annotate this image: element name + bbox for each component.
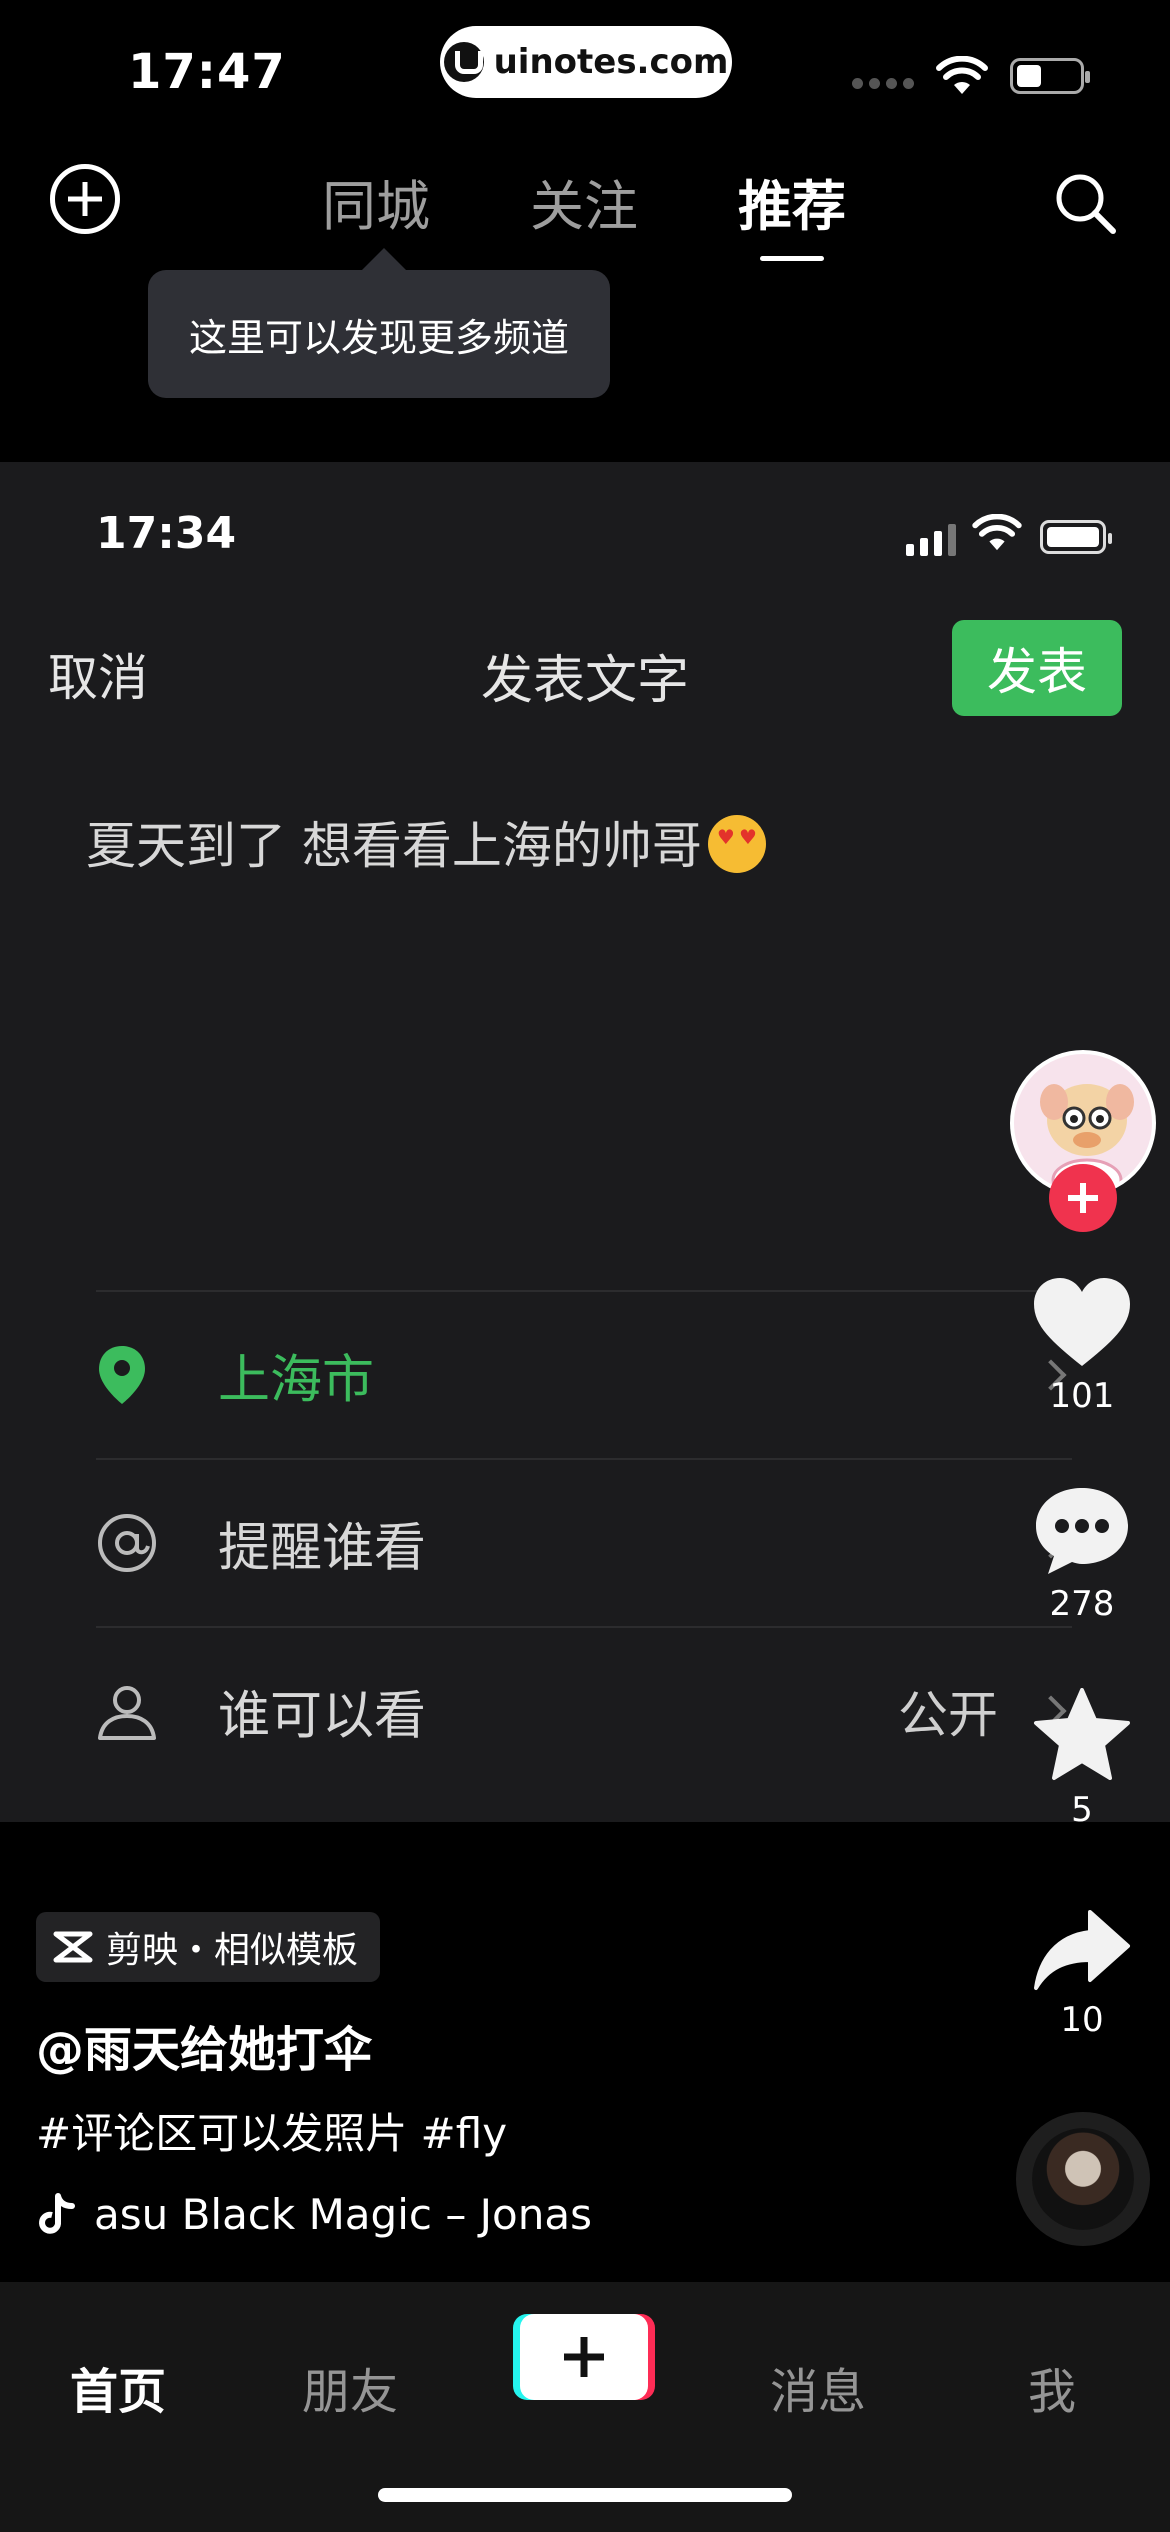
- at-sign-icon: [98, 1514, 156, 1572]
- create-button[interactable]: [520, 2314, 648, 2400]
- tab-home[interactable]: 首页: [70, 2352, 166, 2422]
- share-count: 10: [1060, 2000, 1104, 2040]
- heart-eyes-emoji-icon: [707, 815, 766, 873]
- location-pin-icon: [99, 1346, 145, 1404]
- frame-publish-button: 发表: [952, 620, 1122, 716]
- comment-action[interactable]: 278: [1022, 1484, 1142, 1624]
- follow-plus-button[interactable]: [1049, 1164, 1117, 1232]
- author-name[interactable]: @雨天给她打伞: [36, 2010, 372, 2080]
- mention-label: 提醒谁看: [218, 1518, 427, 1579]
- frame-wifi-icon: [972, 514, 1022, 551]
- tab-me[interactable]: 我: [1028, 2352, 1076, 2422]
- comment-count: 278: [1049, 1584, 1115, 1624]
- location-label: 上海市: [218, 1350, 375, 1411]
- url-watermark: uinotes.com: [440, 26, 732, 98]
- like-action[interactable]: 101: [1022, 1276, 1142, 1416]
- url-text: uinotes.com: [493, 42, 729, 82]
- tab-recommended[interactable]: 推荐: [738, 162, 846, 261]
- status-bar: 17:47 uinotes.com: [0, 0, 1170, 140]
- visibility-label: 谁可以看: [218, 1686, 427, 1747]
- music-ticker[interactable]: asu Black Magic – Jonas: [36, 2186, 636, 2242]
- music-title: asu Black Magic – Jonas: [94, 2189, 592, 2239]
- video-frame[interactable]: 17:34 取消 发表文字 发表 夏天到了 想看看上海的帅哥 上海市 提醒谁看: [0, 462, 1170, 1822]
- favorite-count: 5: [1071, 1790, 1093, 1830]
- battery-icon: [1010, 58, 1090, 94]
- frame-battery-icon: [1040, 520, 1112, 554]
- person-icon: [98, 1686, 156, 1740]
- music-disc[interactable]: [1016, 2112, 1150, 2246]
- frame-row-visibility: 谁可以看 公开: [96, 1626, 1072, 1794]
- home-indicator: [378, 2488, 792, 2502]
- frame-status-time: 17:34: [96, 508, 237, 559]
- favorite-action[interactable]: 5: [1022, 1688, 1142, 1830]
- template-chip-label: 剪映・相似模板: [106, 1930, 359, 1971]
- share-arrow-icon: [1034, 1910, 1130, 1990]
- channel-tooltip: 这里可以发现更多频道: [148, 248, 610, 398]
- capcut-icon: [53, 1931, 93, 1963]
- top-nav: 同城 关注 推荐: [0, 140, 1170, 270]
- star-icon: [1034, 1688, 1130, 1780]
- visibility-value: 公开: [898, 1686, 998, 1744]
- like-count: 101: [1049, 1376, 1115, 1416]
- frame-signal-icon: [906, 524, 956, 556]
- status-time: 17:47: [128, 44, 286, 100]
- signal-dots-icon: [852, 78, 914, 89]
- heart-icon: [1034, 1278, 1130, 1366]
- comment-bubble-icon: [1036, 1488, 1128, 1574]
- uinotes-logo-icon: [443, 42, 484, 82]
- tab-messages[interactable]: 消息: [770, 2352, 866, 2422]
- share-action[interactable]: 10: [1022, 1908, 1142, 2040]
- frame-row-location: 上海市: [96, 1290, 1072, 1458]
- wifi-icon: [936, 56, 988, 94]
- frame-row-mention: 提醒谁看: [96, 1458, 1072, 1626]
- search-icon[interactable]: [1052, 170, 1118, 236]
- music-note-icon: [36, 2192, 80, 2236]
- video-description: #评论区可以发照片 #fly: [36, 2109, 508, 2158]
- tab-friends[interactable]: 朋友: [302, 2352, 398, 2422]
- tab-following[interactable]: 关注: [530, 162, 638, 241]
- template-chip[interactable]: 剪映・相似模板: [36, 1912, 381, 1982]
- tab-local[interactable]: 同城: [322, 162, 430, 241]
- add-plus-icon[interactable]: [50, 164, 120, 234]
- frame-post-text: 夏天到了 想看看上海的帅哥: [86, 806, 766, 878]
